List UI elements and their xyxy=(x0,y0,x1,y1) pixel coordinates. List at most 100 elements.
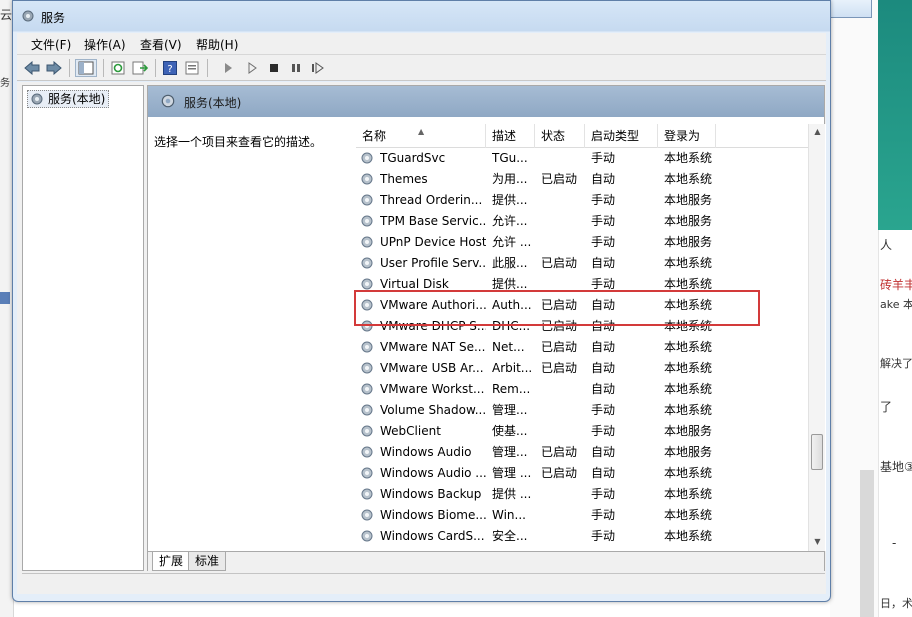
menu-view[interactable]: 查看(V) xyxy=(140,36,182,53)
cell-name: Windows CardS... xyxy=(380,529,485,543)
cell-name: Themes xyxy=(380,172,428,186)
cell-status: 已启动 xyxy=(541,256,578,270)
tab-standard[interactable]: 标准 xyxy=(188,552,227,571)
background-scrollbar[interactable] xyxy=(860,470,874,617)
services-list: 名称 ▲ 描述 状态 启动类型 登录为 TGuardSvc TGu... 手动 本地系… xyxy=(356,124,826,551)
column-header-status[interactable]: 状态 xyxy=(535,124,585,148)
cell-name: Thread Orderin... xyxy=(380,193,483,207)
cell-description: 允许... xyxy=(492,214,528,228)
background-banner xyxy=(878,0,912,230)
table-row[interactable]: Volume Shadow... 管理... 手动 本地系统 xyxy=(356,400,808,421)
cell-logon-as: 本地系统 xyxy=(664,361,713,375)
help-icon[interactable]: ? xyxy=(161,59,179,77)
cell-name: Windows Audio ... xyxy=(380,466,486,480)
description-pane: 选择一个项目来查看它的描述。 xyxy=(148,117,356,551)
table-row[interactable]: VMware USB Ar... Arbit... 已启动 自动 本地系统 xyxy=(356,358,808,379)
table-row[interactable]: VMware Workst... Rem... 自动 本地系统 xyxy=(356,379,808,400)
console-tree: 服务(本地) xyxy=(22,85,144,571)
cell-logon-as: 本地系统 xyxy=(664,256,713,270)
cell-startup-type: 手动 xyxy=(591,529,616,543)
tree-item-services-local[interactable]: 服务(本地) xyxy=(27,90,110,108)
cell-startup-type: 自动 xyxy=(591,445,616,459)
background-text: 砖羊丰 xyxy=(880,278,912,292)
cell-description: 提供 ... xyxy=(492,487,532,501)
description-prompt: 选择一个项目来查看它的描述。 xyxy=(154,135,323,149)
cell-name: User Profile Serv... xyxy=(380,256,486,270)
cell-status xyxy=(541,211,587,232)
background-text: 了 xyxy=(880,400,893,414)
service-gear-icon xyxy=(360,529,374,550)
column-header-logon-as[interactable]: 登录为 xyxy=(658,124,716,148)
menu-file[interactable]: 文件(F) xyxy=(31,36,71,53)
cell-status xyxy=(541,421,587,442)
menu-action[interactable]: 操作(A) xyxy=(84,36,126,53)
properties-icon[interactable] xyxy=(183,59,201,77)
cell-logon-as: 本地系统 xyxy=(664,382,713,396)
refresh-icon[interactable] xyxy=(109,59,127,77)
column-header-startup-type[interactable]: 启动类型 xyxy=(585,124,658,148)
table-row[interactable]: TGuardSvc TGu... 手动 本地系统 xyxy=(356,148,808,169)
cell-startup-type: 手动 xyxy=(591,508,616,522)
start-service-icon[interactable] xyxy=(219,59,237,77)
cell-description: Arbit... xyxy=(492,361,533,375)
table-row[interactable]: WebClient 使基... 手动 本地服务 xyxy=(356,421,808,442)
cell-logon-as: 本地系统 xyxy=(664,487,713,501)
cell-startup-type: 手动 xyxy=(591,193,616,207)
table-row[interactable]: Windows Biome... Win... 手动 本地系统 xyxy=(356,505,808,526)
services-panel: 服务(本地) 选择一个项目来查看它的描述。 名称 ▲ 描述 状态 启动类型 登录… xyxy=(147,85,826,572)
table-row[interactable]: TPM Base Servic... 允许... 手动 本地服务 xyxy=(356,211,808,232)
cell-startup-type: 自动 xyxy=(591,382,616,396)
scroll-up-icon[interactable]: ▲ xyxy=(809,124,826,140)
stop-service-icon[interactable] xyxy=(265,59,283,77)
cell-startup-type: 自动 xyxy=(591,256,616,270)
tab-extended[interactable]: 扩展 xyxy=(152,552,191,571)
table-row[interactable]: Windows Backup 提供 ... 手动 本地系统 xyxy=(356,484,808,505)
panel-header: 服务(本地) xyxy=(148,86,824,117)
cell-startup-type: 手动 xyxy=(591,151,616,165)
table-row[interactable]: Themes 为用... 已启动 自动 本地系统 xyxy=(356,169,808,190)
table-row[interactable]: Windows CardS... 安全... 手动 本地系统 xyxy=(356,526,808,547)
cell-description: Net... xyxy=(492,340,525,354)
client-area: 服务(本地) 服务(本地) 选择一个项目来查看它的描述。 名称 ▲ 描述 状态 … xyxy=(17,82,826,594)
cell-status: 已启动 xyxy=(541,340,578,354)
table-row[interactable]: VMware NAT Se... Net... 已启动 自动 本地系统 xyxy=(356,337,808,358)
toolbar-separator xyxy=(69,59,70,77)
title-bar[interactable]: 服务 xyxy=(13,1,830,31)
show-hide-tree-icon[interactable] xyxy=(75,59,97,77)
cell-logon-as: 本地服务 xyxy=(664,214,713,228)
menu-help[interactable]: 帮助(H) xyxy=(196,36,238,53)
forward-arrow-icon[interactable] xyxy=(45,59,63,77)
cell-logon-as: 本地系统 xyxy=(664,529,713,543)
table-row[interactable]: UPnP Device Host 允许 ... 手动 本地服务 xyxy=(356,232,808,253)
table-row[interactable]: Thread Orderin... 提供... 手动 本地服务 xyxy=(356,190,808,211)
column-header-description[interactable]: 描述 xyxy=(486,124,535,148)
table-row[interactable]: Windows Audio ... 管理 ... 已启动 自动 本地系统 xyxy=(356,463,808,484)
panel-header-title: 服务(本地) xyxy=(184,96,242,110)
cell-status xyxy=(541,190,587,211)
cell-description: Rem... xyxy=(492,382,531,396)
table-row[interactable]: User Profile Serv... 此服... 已启动 自动 本地系统 xyxy=(356,253,808,274)
background-text: ake 本 xyxy=(880,298,912,311)
vertical-scrollbar[interactable]: ▲ ▼ xyxy=(808,124,825,551)
cell-logon-as: 本地系统 xyxy=(664,403,713,417)
menu-bar: 文件(F) 操作(A) 查看(V) 帮助(H) xyxy=(17,33,826,55)
cell-status xyxy=(541,400,587,421)
export-list-icon[interactable] xyxy=(131,59,149,77)
cell-logon-as: 本地服务 xyxy=(664,235,713,249)
background-text: 日，术 xyxy=(880,597,912,610)
cell-startup-type: 自动 xyxy=(591,361,616,375)
scroll-down-icon[interactable]: ▼ xyxy=(809,534,826,550)
back-arrow-icon[interactable] xyxy=(23,59,41,77)
toolbar-separator xyxy=(155,59,156,77)
cell-startup-type: 自动 xyxy=(591,340,616,354)
restart-service-icon[interactable] xyxy=(309,59,327,77)
cell-name: TGuardSvc xyxy=(380,151,446,165)
window-title: 服务 xyxy=(41,11,66,25)
sort-ascending-icon: ▲ xyxy=(418,127,425,136)
table-row[interactable]: Windows Audio 管理... 已启动 自动 本地服务 xyxy=(356,442,808,463)
cell-status: 已启动 xyxy=(541,466,578,480)
scroll-thumb[interactable] xyxy=(811,434,823,470)
cell-status xyxy=(541,505,587,526)
pause-service-icon[interactable] xyxy=(287,59,305,77)
start-service-alt-icon[interactable] xyxy=(243,59,261,77)
